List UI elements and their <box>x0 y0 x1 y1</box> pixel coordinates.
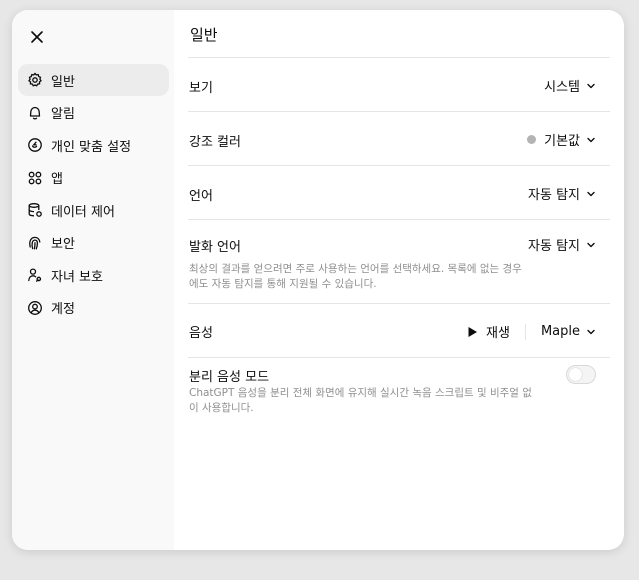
description-line: 에도 자동 탐지를 통해 지원될 수 있습니다. <box>189 278 377 290</box>
personalization-icon <box>27 137 43 153</box>
voice-label: 음성 <box>189 326 213 341</box>
language-label: 언어 <box>189 189 213 204</box>
spoken-language-description: 최상의 결과를 얻으려면 주로 사용하는 언어를 선택하세요. 목록에 없는 경… <box>189 262 569 292</box>
sidebar-item-security[interactable]: 보안 <box>18 227 169 259</box>
sidebar-item-notifications[interactable]: 알림 <box>18 97 169 129</box>
divider <box>188 219 610 220</box>
separate-voice-mode-toggle[interactable] <box>566 365 596 384</box>
theme-value: 시스템 <box>544 80 580 95</box>
separate-voice-mode-label: 분리 음성 모드 <box>189 370 270 385</box>
page-title: 일반 <box>190 26 218 44</box>
separate-voice-mode-description: ChatGPT 음성을 분리 전체 화면에 유지해 실시간 녹음 스크립트 및 … <box>189 386 569 416</box>
divider <box>188 303 610 304</box>
parental-control-icon <box>27 267 43 283</box>
sidebar-item-label: 보안 <box>51 237 75 252</box>
spoken-language-dropdown[interactable]: 자동 탐지 <box>528 235 596 254</box>
language-dropdown[interactable]: 자동 탐지 <box>528 184 596 203</box>
voice-dropdown[interactable]: Maple <box>541 324 596 339</box>
divider <box>524 323 526 340</box>
data-control-icon <box>27 202 43 218</box>
settings-content: 일반 보기 시스템 강조 컬러 기본값 언어 자동 탐지 발화 언어 자동 탐지… <box>188 10 610 550</box>
gear-icon <box>27 72 43 88</box>
chevron-down-icon <box>586 327 596 337</box>
accent-color-dropdown[interactable]: 기본값 <box>527 130 596 149</box>
sidebar-item-account[interactable]: 계정 <box>18 292 169 324</box>
divider <box>188 111 610 112</box>
sidebar-item-label: 알림 <box>51 107 75 122</box>
theme-dropdown[interactable]: 시스템 <box>544 76 596 95</box>
voice-play-button[interactable]: 재생 <box>467 322 510 341</box>
chevron-down-icon <box>586 240 596 250</box>
divider <box>188 57 610 58</box>
spoken-language-value: 자동 탐지 <box>528 239 580 254</box>
spoken-language-label: 발화 언어 <box>189 240 241 255</box>
close-icon <box>31 31 43 43</box>
theme-label: 보기 <box>189 81 213 96</box>
accent-color-label: 강조 컬러 <box>189 135 241 150</box>
voice-value: Maple <box>540 324 580 339</box>
description-line: 이 사용합니다. <box>189 402 254 414</box>
settings-nav: 일반 알림 개인 맞춤 설정 앱 데이터 제어 보안 자녀 보호 계정 <box>18 64 169 324</box>
chevron-down-icon <box>586 189 596 199</box>
accent-color-value: 기본값 <box>544 134 580 149</box>
chevron-down-icon <box>586 81 596 91</box>
fingerprint-icon <box>27 235 43 251</box>
voice-play-label: 재생 <box>486 326 510 341</box>
sidebar-item-personalization[interactable]: 개인 맞춤 설정 <box>18 129 169 161</box>
account-icon <box>27 300 43 316</box>
sidebar-item-label: 계정 <box>51 302 75 317</box>
apps-icon <box>27 170 43 186</box>
toggle-knob <box>569 368 582 381</box>
divider <box>188 357 610 358</box>
bell-icon <box>27 105 43 121</box>
accent-color-swatch <box>527 135 537 144</box>
chevron-down-icon <box>586 135 596 145</box>
language-value: 자동 탐지 <box>528 188 580 203</box>
description-line: 최상의 결과를 얻으려면 주로 사용하는 언어를 선택하세요. 목록에 없는 경… <box>189 263 522 275</box>
divider <box>188 165 610 166</box>
description-line: ChatGPT 음성을 분리 전체 화면에 유지해 실시간 녹음 스크립트 및 … <box>189 387 532 399</box>
close-button[interactable] <box>26 26 48 48</box>
voice-controls: 재생 Maple <box>467 322 596 341</box>
sidebar-item-general[interactable]: 일반 <box>18 64 169 96</box>
sidebar-item-parental-controls[interactable]: 자녀 보호 <box>18 259 169 291</box>
sidebar-item-label: 데이터 제어 <box>51 204 115 220</box>
sidebar-item-label: 자녀 보호 <box>51 269 103 285</box>
settings-sidebar: 일반 알림 개인 맞춤 설정 앱 데이터 제어 보안 자녀 보호 계정 <box>12 10 174 550</box>
sidebar-item-data-controls[interactable]: 데이터 제어 <box>18 194 169 226</box>
sidebar-item-apps[interactable]: 앱 <box>18 162 169 194</box>
settings-dialog: 일반 알림 개인 맞춤 설정 앱 데이터 제어 보안 자녀 보호 계정 일반 보… <box>12 10 624 550</box>
play-icon <box>467 326 478 338</box>
sidebar-item-label: 일반 <box>51 74 75 90</box>
sidebar-item-label: 앱 <box>51 172 63 187</box>
sidebar-item-label: 개인 맞춤 설정 <box>51 139 132 155</box>
